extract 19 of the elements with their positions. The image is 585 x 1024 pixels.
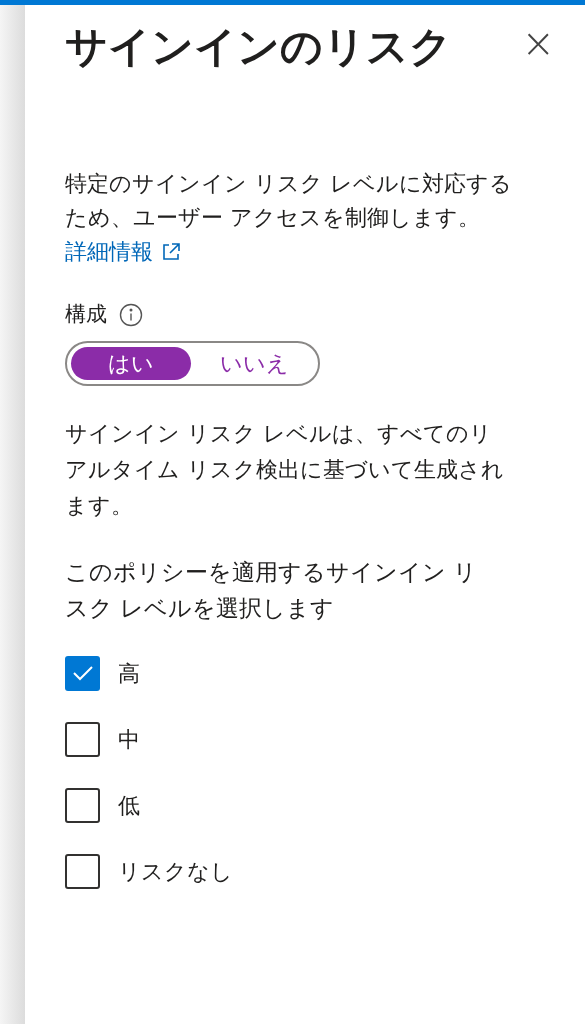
panel-title: サインインのリスク [65,21,452,73]
risk-info-text: サインイン リスク レベルは、すべてのリアルタイム リスク検出に基づいて生成されます。 [65,419,505,520]
checkbox[interactable] [65,787,100,823]
toggle-option[interactable]: はい [71,346,191,380]
checkbox-label: 低 [118,791,140,820]
learn-more-link[interactable]: 詳細情報 [65,235,181,269]
checkbox[interactable] [65,655,100,691]
configure-label: 構成 [65,301,107,328]
checkmark-icon [71,665,94,681]
info-icon[interactable] [119,302,143,327]
external-link-icon [161,242,181,262]
checkbox-label: リスクなし [118,857,233,886]
checkbox[interactable] [65,853,100,889]
levels-heading: このポリシーを適用するサインイン リスク レベルを選択します [65,557,479,623]
checkbox-label: 中 [118,725,140,754]
checkbox[interactable] [65,721,100,757]
description-text: 特定のサインイン リスク レベルに対応するため、ユーザー アクセスを制御します。 [65,170,513,232]
close-button[interactable]: × [517,23,559,63]
checkbox-label: 高 [118,659,140,688]
